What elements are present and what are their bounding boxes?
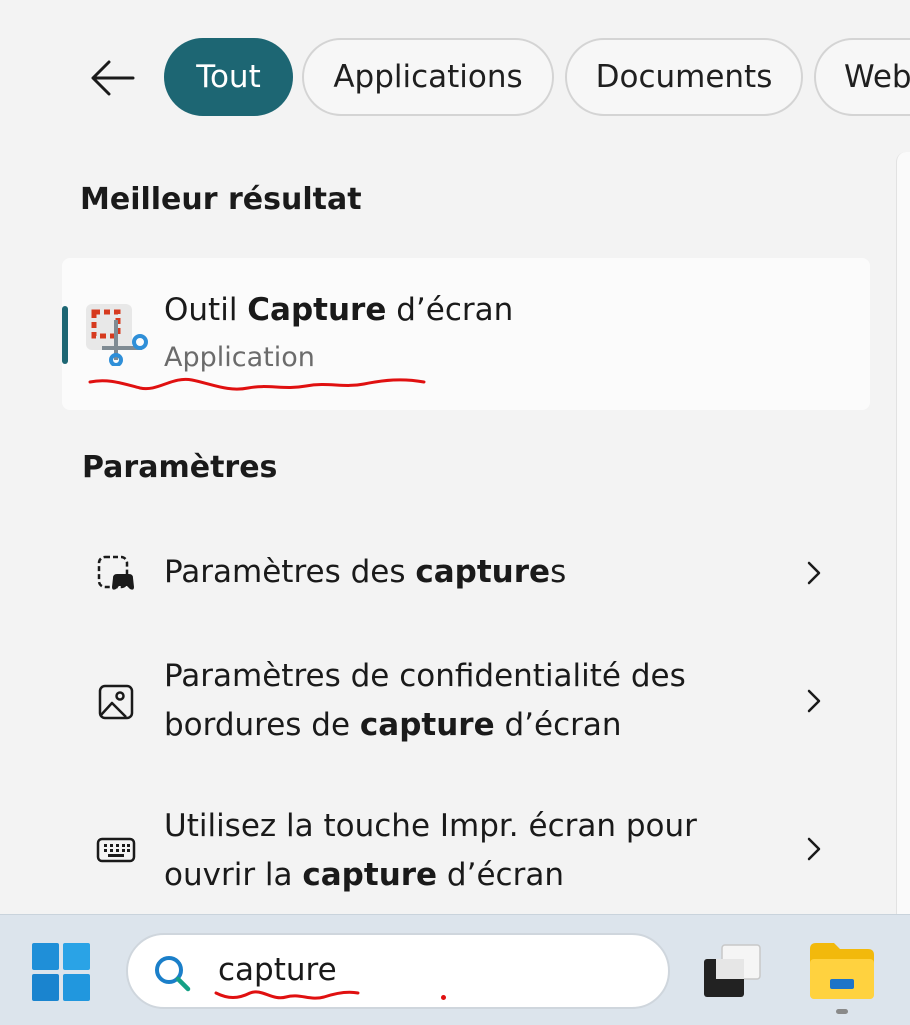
taskbar: capture <box>0 914 910 1025</box>
file-explorer-icon[interactable] <box>806 937 878 1017</box>
preview-pane <box>896 152 910 922</box>
chevron-right-icon <box>807 689 821 713</box>
windows-start-icon[interactable] <box>30 941 92 1003</box>
snipping-tool-icon <box>86 304 148 366</box>
tab-tout[interactable]: Tout <box>164 38 293 116</box>
tab-documents[interactable]: Documents <box>565 38 803 116</box>
settings-heading: Paramètres <box>82 450 278 485</box>
selection-indicator <box>62 306 68 364</box>
game-capture-icon <box>97 555 134 590</box>
settings-result-label: Utilisez la touche Impr. écran pour ouvr… <box>164 808 697 893</box>
chevron-right-icon <box>807 837 821 861</box>
tab-web[interactable]: Web <box>814 38 910 116</box>
task-view-icon[interactable] <box>700 941 764 1001</box>
best-match-result[interactable]: Outil Capture d’écran Application <box>62 258 870 410</box>
settings-result-privacy-borders[interactable]: Paramètres de confidentialité des bordur… <box>80 650 880 754</box>
chevron-right-icon <box>807 561 821 585</box>
tab-applications[interactable]: Applications <box>302 38 554 116</box>
settings-result-label: Paramètres de confidentialité des bordur… <box>164 658 686 743</box>
settings-result-print-screen[interactable]: Utilisez la touche Impr. écran pour ouvr… <box>80 800 880 904</box>
keyboard-icon <box>96 837 136 863</box>
best-match-heading: Meilleur résultat <box>80 182 362 217</box>
back-button[interactable] <box>82 50 142 106</box>
back-arrow-icon <box>91 60 135 96</box>
best-match-type: Application <box>164 342 315 373</box>
settings-result-captures[interactable]: Paramètres des captures <box>80 540 880 606</box>
red-underline-annotation <box>88 377 426 391</box>
search-icon <box>155 956 191 992</box>
search-input[interactable]: capture <box>218 952 337 988</box>
red-underline-annotation <box>214 990 360 1000</box>
taskbar-search-box[interactable]: capture <box>126 933 670 1009</box>
red-dot-annotation <box>441 995 446 1000</box>
best-match-title: Outil Capture d’écran <box>164 292 514 328</box>
picture-icon <box>98 684 134 720</box>
settings-result-label: Paramètres des captures <box>164 554 567 590</box>
search-results-panel: Tout Applications Documents Web Meilleur… <box>0 0 910 922</box>
